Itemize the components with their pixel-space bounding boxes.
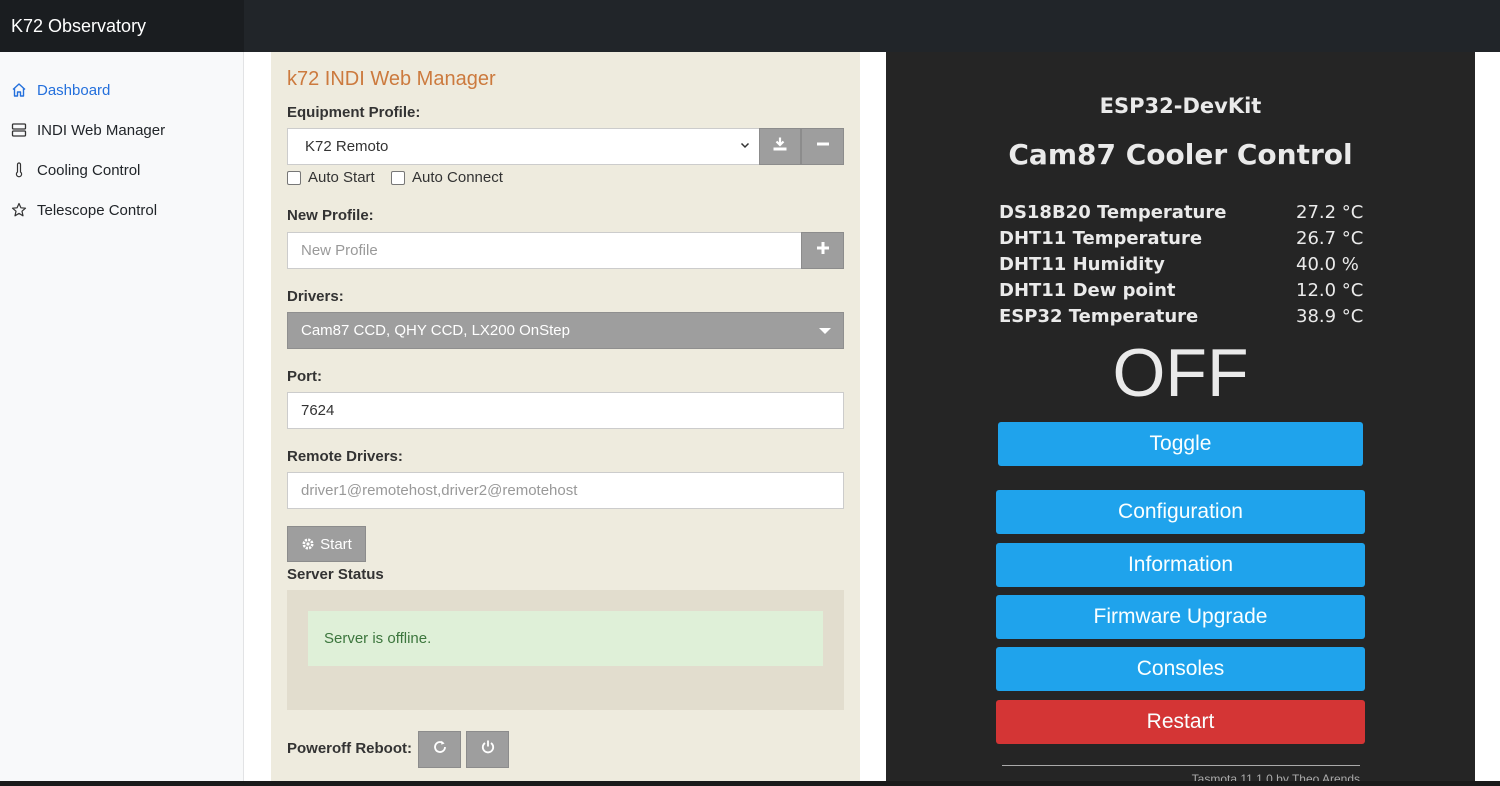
drivers-label: Drivers:: [287, 288, 344, 305]
window-bottom-edge: [0, 781, 1500, 786]
indi-web-manager-panel: k72 INDI Web Manager Equipment Profile: …: [271, 52, 860, 786]
equipment-profile-value: K72 Remoto: [305, 138, 389, 155]
chevron-down-icon: [739, 138, 751, 155]
sensor-row: DHT11 Humidity 40.0 %: [999, 254, 1369, 280]
download-icon: [772, 136, 788, 157]
drivers-value: Cam87 CCD, QHY CCD, LX200 OnStep: [301, 322, 570, 339]
checkbox-box[interactable]: [287, 170, 301, 185]
plus-icon: [816, 241, 830, 260]
sensor-name: ESP32 Temperature: [999, 306, 1199, 327]
start-button-label: Start: [320, 535, 352, 553]
sensor-value: 12.0 °C: [1296, 280, 1364, 301]
refresh-icon: [432, 739, 448, 760]
gear-icon: [301, 537, 315, 551]
sensor-value: 26.7 °C: [1296, 228, 1364, 249]
power-icon: [480, 739, 496, 760]
sensor-row: DHT11 Temperature 26.7 °C: [999, 228, 1369, 254]
remote-drivers-input[interactable]: driver1@remotehost,driver2@remotehost: [287, 472, 844, 509]
thermometer-icon: [9, 160, 29, 180]
sensor-row: ESP32 Temperature 38.9 °C: [999, 306, 1369, 332]
sensor-value: 27.2 °C: [1296, 202, 1364, 223]
remove-profile-button[interactable]: [801, 128, 844, 165]
content-gutter: [1475, 52, 1500, 786]
sensor-name: DHT11 Humidity: [999, 254, 1165, 275]
sensor-name: DS18B20 Temperature: [999, 202, 1227, 223]
sensor-name: DHT11 Dew point: [999, 280, 1176, 301]
auto-connect-checkbox[interactable]: Auto Connect: [391, 169, 503, 186]
information-button[interactable]: Information: [996, 543, 1365, 587]
content-gutter: [245, 52, 271, 786]
equipment-profile-label: Equipment Profile:: [287, 104, 421, 121]
sensor-name: DHT11 Temperature: [999, 228, 1203, 249]
consoles-button[interactable]: Consoles: [996, 647, 1365, 691]
remote-drivers-label: Remote Drivers:: [287, 448, 403, 465]
new-profile-placeholder: New Profile: [301, 242, 378, 259]
auto-connect-label: Auto Connect: [412, 169, 503, 186]
sidebar-item-label: Cooling Control: [37, 161, 141, 179]
equipment-profile-select[interactable]: K72 Remoto: [287, 128, 760, 165]
sidebar-item-cooling-control[interactable]: Cooling Control: [0, 153, 243, 187]
sidebar-item-label: INDI Web Manager: [37, 121, 166, 139]
poweroff-button[interactable]: [466, 731, 509, 768]
sidebar-item-dashboard[interactable]: Dashboard: [0, 73, 243, 107]
content-gutter: [860, 52, 886, 786]
server-status-label: Server Status: [287, 566, 384, 583]
port-label: Port:: [287, 368, 322, 385]
sidebar-item-telescope-control[interactable]: Telescope Control: [0, 193, 243, 227]
caret-down-icon: [819, 328, 831, 334]
server-icon: [9, 120, 29, 140]
add-profile-button[interactable]: [801, 232, 844, 269]
port-value: 7624: [301, 402, 335, 419]
brand-title[interactable]: K72 Observatory: [0, 0, 244, 52]
poweroff-reboot-label: Poweroff Reboot:: [287, 740, 412, 757]
start-server-button[interactable]: Start: [287, 526, 366, 562]
sensor-value: 40.0 %: [1296, 254, 1359, 275]
device-name: ESP32-DevKit: [1099, 94, 1262, 118]
restart-button[interactable]: Restart: [996, 700, 1365, 744]
sidebar-item-indi-web-manager[interactable]: INDI Web Manager: [0, 113, 243, 147]
top-navbar: K72 Observatory: [0, 0, 1500, 52]
save-profile-button[interactable]: [759, 128, 801, 165]
reboot-button[interactable]: [418, 731, 461, 768]
drivers-multiselect[interactable]: Cam87 CCD, QHY CCD, LX200 OnStep: [287, 312, 844, 349]
auto-start-label: Auto Start: [308, 169, 375, 186]
sidebar-item-label: Telescope Control: [37, 201, 158, 219]
sensor-row: DS18B20 Temperature 27.2 °C: [999, 202, 1369, 228]
server-status-text: Server is offline.: [324, 630, 432, 647]
minus-icon: [816, 137, 830, 156]
remote-drivers-placeholder: driver1@remotehost,driver2@remotehost: [301, 482, 578, 499]
star-icon: [9, 200, 29, 220]
checkbox-box[interactable]: [391, 170, 405, 185]
toggle-button[interactable]: Toggle: [998, 422, 1363, 466]
sidebar-item-label: Dashboard: [37, 81, 111, 99]
home-icon: [9, 80, 29, 100]
server-status-well: Server is offline.: [287, 590, 844, 710]
sensor-row: DHT11 Dew point 12.0 °C: [999, 280, 1369, 306]
new-profile-input[interactable]: New Profile: [287, 232, 802, 269]
sidebar: Dashboard INDI Web Manager Cooling Contr…: [0, 52, 244, 786]
configuration-button[interactable]: Configuration: [996, 490, 1365, 534]
new-profile-label: New Profile:: [287, 207, 374, 224]
divider: [1002, 765, 1360, 766]
port-input[interactable]: 7624: [287, 392, 844, 429]
tasmota-panel: ESP32-DevKit Cam87 Cooler Control DS18B2…: [886, 52, 1475, 786]
firmware-upgrade-button[interactable]: Firmware Upgrade: [996, 595, 1365, 639]
tasmota-title: Cam87 Cooler Control: [1008, 138, 1353, 171]
indi-panel-title: k72 INDI Web Manager: [287, 68, 496, 90]
power-state: OFF: [1112, 335, 1249, 411]
server-status-alert: Server is offline.: [308, 611, 823, 666]
sensor-value: 38.9 °C: [1296, 306, 1364, 327]
auto-start-checkbox[interactable]: Auto Start: [287, 169, 375, 186]
